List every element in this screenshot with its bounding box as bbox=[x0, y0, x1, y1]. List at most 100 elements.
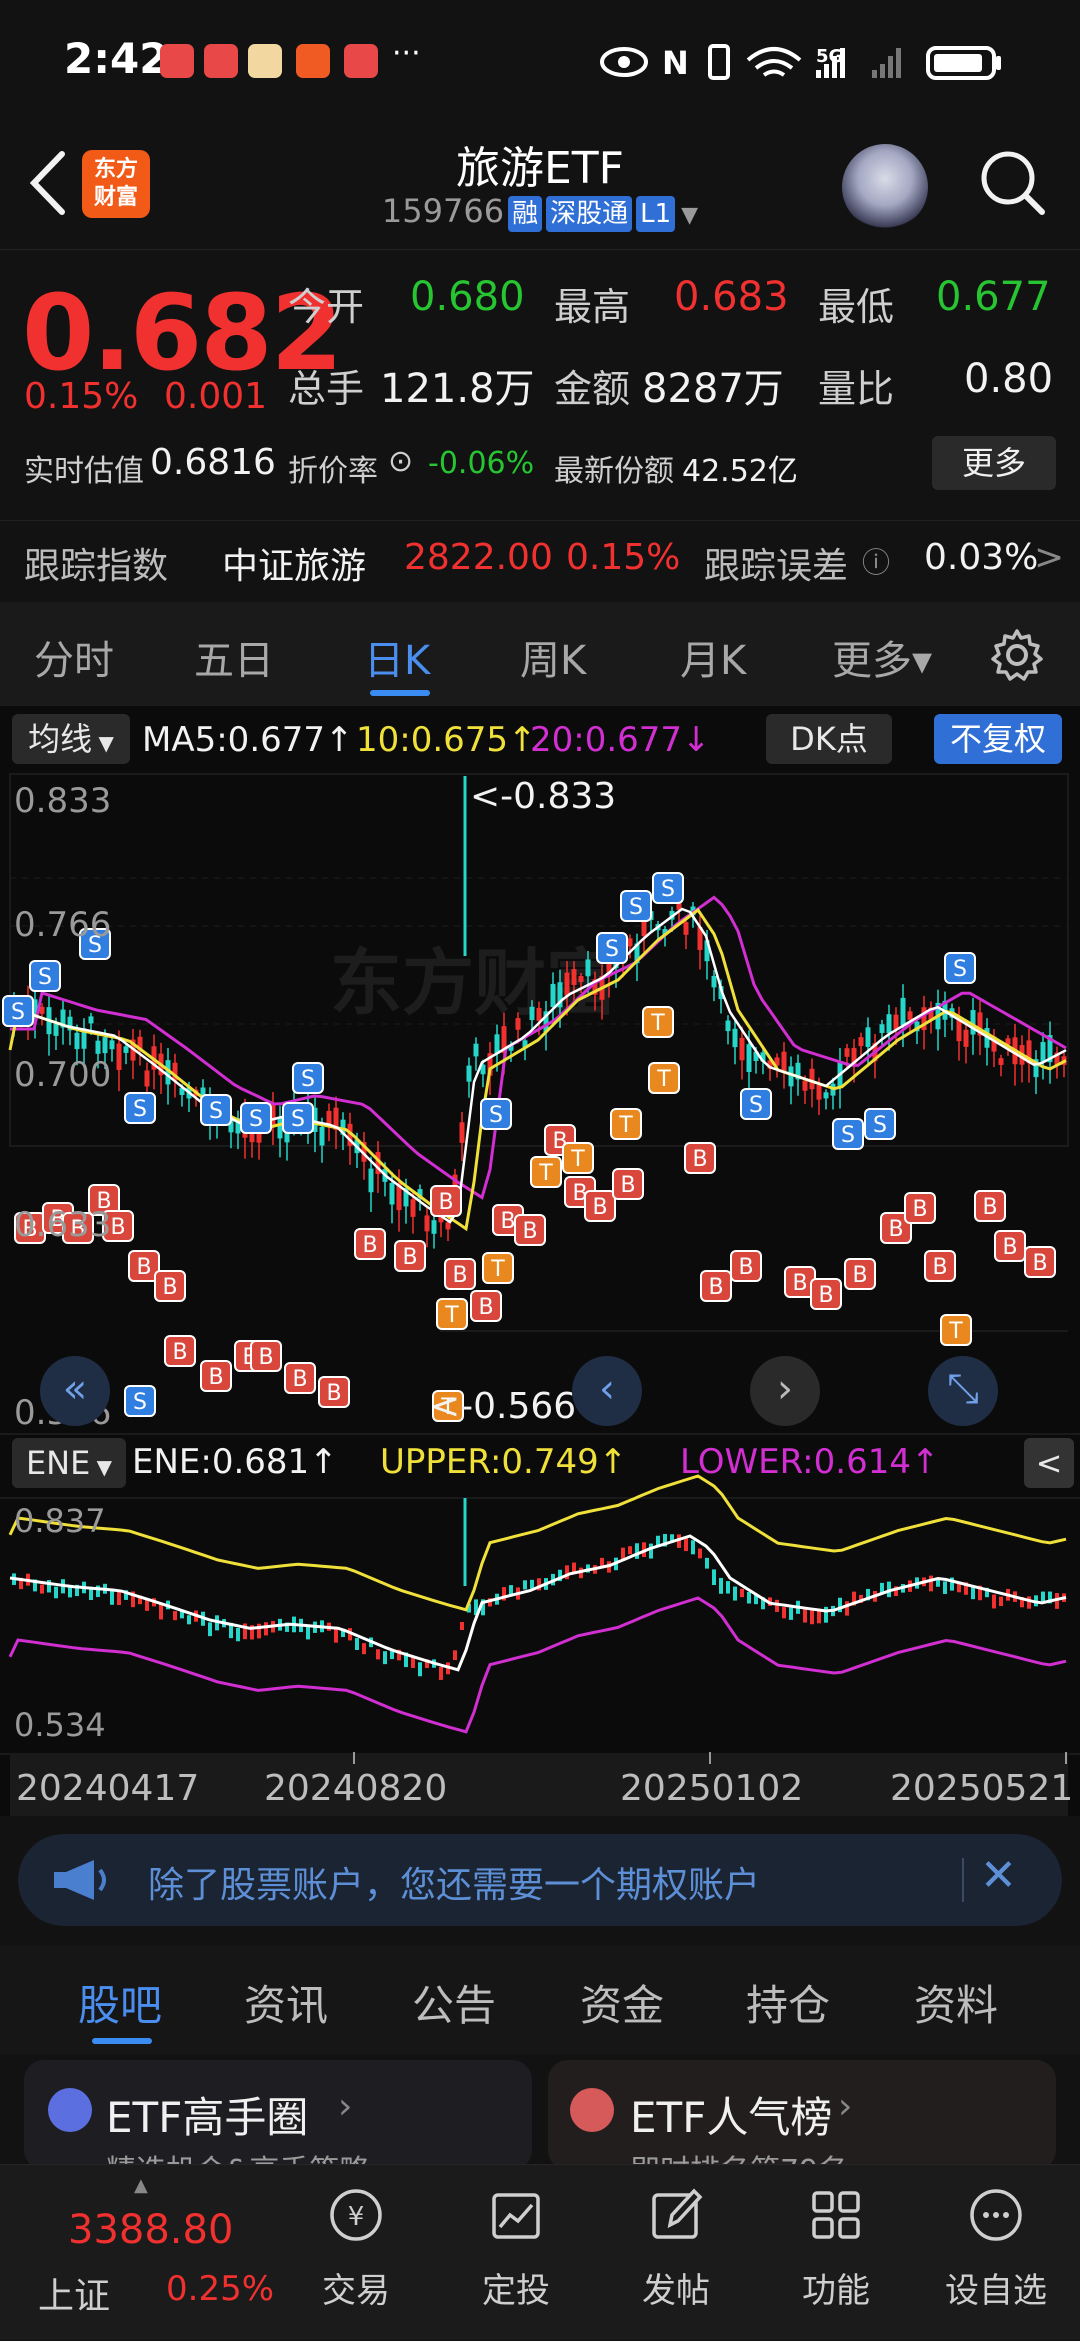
ene-candle bbox=[712, 1569, 716, 1586]
candle-body bbox=[88, 1016, 94, 1024]
nav-add-watchlist[interactable]: 设自选 bbox=[936, 2165, 1056, 2341]
kline-chart-area: 均线 ▼ MA5:0.677↑ 10:0.675↑ 20:0.677↓ DK点 … bbox=[0, 706, 1080, 1816]
nfc-icon: N bbox=[662, 44, 689, 82]
nav-functions[interactable]: 功能 bbox=[776, 2165, 896, 2341]
candle-body bbox=[144, 1070, 150, 1087]
collapse-indicator-button[interactable]: < bbox=[1024, 1438, 1074, 1488]
candle-body bbox=[781, 1051, 787, 1071]
etf-expert-card[interactable]: ETF高手圈 › 精选机会&高手策略 bbox=[24, 2060, 532, 2189]
tab-more[interactable]: 更多▾ bbox=[832, 628, 932, 686]
discount-value: -0.06% bbox=[428, 446, 535, 481]
ene-candle bbox=[649, 1543, 653, 1559]
options-account-banner[interactable]: 除了股票账户，您还需要一个期权账户 ✕ bbox=[18, 1834, 1062, 1926]
fullscreen-icon[interactable]: ⤡ bbox=[928, 1356, 998, 1426]
signal-badge-letter: S bbox=[291, 1107, 305, 1132]
candle-body bbox=[711, 975, 717, 988]
kline-svg[interactable]: 东方财富 SSSS S S SSSSSSSSS SSB B BBBBBBBBBBB BBBBB… bbox=[0, 706, 1080, 1816]
tab-news[interactable]: 资讯 bbox=[244, 1972, 328, 2033]
ene-candle bbox=[775, 1599, 779, 1612]
signal-badge-letter: S bbox=[209, 1099, 223, 1124]
candle-body bbox=[816, 1084, 822, 1100]
etf-popularity-card[interactable]: ETF人气榜 › 即时排名第79名 bbox=[548, 2060, 1056, 2189]
tab-daily-k[interactable]: 日K bbox=[364, 628, 430, 686]
scroll-to-start-icon[interactable]: « bbox=[40, 1356, 110, 1426]
svg-text:¥: ¥ bbox=[348, 2202, 365, 2232]
nav-label: 设自选 bbox=[945, 2271, 1047, 2311]
nav-invest-plan[interactable]: 定投 bbox=[456, 2165, 576, 2341]
tab-announcements[interactable]: 公告 bbox=[412, 1972, 496, 2033]
ene-candle bbox=[306, 1626, 310, 1640]
active-tab-indicator bbox=[370, 690, 430, 696]
ene-legend: ENE:0.681↑ bbox=[132, 1442, 338, 1482]
ene-candle bbox=[376, 1649, 380, 1660]
candle-body bbox=[585, 959, 591, 977]
ene-candle bbox=[383, 1651, 387, 1665]
ene-candle bbox=[747, 1591, 751, 1604]
signal-badge-letter: B bbox=[738, 1255, 753, 1280]
index-name: 上证 bbox=[38, 2276, 111, 2317]
high-label: 最高 bbox=[554, 285, 631, 329]
iopv-label: 实时估值 bbox=[24, 454, 144, 489]
tab-holdings[interactable]: 持仓 bbox=[746, 1972, 830, 2033]
nav-label: 功能 bbox=[802, 2271, 870, 2311]
signal-badge-letter: B bbox=[912, 1197, 927, 1222]
tab-monthly-k[interactable]: 月K bbox=[680, 628, 746, 686]
tracking-index-row[interactable]: 跟踪指数 中证旅游 2822.00 0.15% 跟踪误差 ⓘ 0.03% > bbox=[0, 520, 1080, 600]
tab-profile[interactable]: 资料 bbox=[914, 1972, 998, 2033]
search-icon[interactable] bbox=[978, 148, 1048, 218]
help-icon[interactable]: ⓘ bbox=[862, 541, 890, 581]
tab-weekly-k[interactable]: 周K bbox=[520, 628, 586, 686]
close-icon[interactable]: ✕ bbox=[980, 1850, 1017, 1901]
top-header: 东方 财富 旅游ETF 159766 融深股通 L1 ▼ bbox=[0, 120, 1080, 250]
y-axis-top: 0.833 bbox=[14, 781, 111, 821]
nav-label: 发帖 bbox=[642, 2271, 710, 2311]
candle-body bbox=[627, 938, 633, 947]
market-index-widget[interactable]: ▲ 3388.80 上证 0.25% bbox=[0, 2165, 290, 2341]
candle-body bbox=[1040, 1042, 1046, 1062]
ene-candle bbox=[460, 1622, 464, 1631]
tracking-index-change: 0.15% bbox=[566, 537, 681, 578]
signal-badge-letter: S bbox=[249, 1107, 263, 1132]
low-value: 0.677 bbox=[936, 274, 1051, 320]
ene-candle bbox=[621, 1547, 625, 1560]
tab-capital[interactable]: 资金 bbox=[580, 1972, 664, 2033]
more-button[interactable]: 更多 bbox=[932, 436, 1056, 490]
candle-body bbox=[319, 1126, 325, 1146]
signal-badge-letter: S bbox=[953, 957, 967, 982]
candle-body bbox=[102, 1037, 108, 1054]
y-axis-3: 0.700 bbox=[14, 1055, 111, 1095]
tracking-error-value: 0.03% bbox=[924, 537, 1039, 578]
tag-connect: 深股通 bbox=[546, 196, 633, 232]
candle-body bbox=[564, 972, 570, 996]
tab-five-day[interactable]: 五日 bbox=[194, 628, 274, 686]
candle-body bbox=[998, 1058, 1004, 1065]
change-absolute: 0.001 bbox=[164, 376, 268, 417]
ene-candle bbox=[187, 1615, 191, 1625]
scroll-right-icon[interactable]: › bbox=[750, 1356, 820, 1426]
nav-post[interactable]: 发帖 bbox=[616, 2165, 736, 2341]
content-tabs: 股吧 资讯 公告 资金 持仓 资料 bbox=[0, 1946, 1080, 2054]
info-dots-icon[interactable]: ⊙ bbox=[388, 444, 413, 479]
scroll-left-icon[interactable]: ‹ bbox=[572, 1356, 642, 1426]
edit-icon bbox=[652, 2188, 703, 2239]
candle-body bbox=[459, 1122, 465, 1143]
card-title: ETF高手圈 bbox=[106, 2093, 309, 2142]
tab-forum[interactable]: 股吧 bbox=[78, 1972, 162, 2033]
candle-body bbox=[515, 1018, 521, 1030]
indicator-selector[interactable]: ENE ▼ bbox=[12, 1438, 126, 1488]
assistant-avatar[interactable] bbox=[842, 144, 928, 230]
gear-icon[interactable] bbox=[990, 628, 1044, 682]
signal-badge-letter: T bbox=[618, 1113, 633, 1138]
wifi-icon bbox=[746, 47, 802, 77]
index-value: 3388.80 bbox=[68, 2207, 234, 2253]
open-label: 今开 bbox=[288, 285, 365, 329]
signal-badge-letter: B bbox=[452, 1263, 467, 1288]
candle-body bbox=[879, 1024, 885, 1033]
signal-badge-letter: B bbox=[208, 1365, 223, 1390]
candle-body bbox=[907, 1011, 913, 1020]
tab-intraday[interactable]: 分时 bbox=[34, 628, 114, 686]
signal-badge-letter: S bbox=[873, 1113, 887, 1138]
nav-trade[interactable]: ¥ 交易 bbox=[296, 2165, 416, 2341]
chart-calendar-icon bbox=[492, 2193, 540, 2239]
signal-badge-letter: B bbox=[110, 1215, 125, 1240]
